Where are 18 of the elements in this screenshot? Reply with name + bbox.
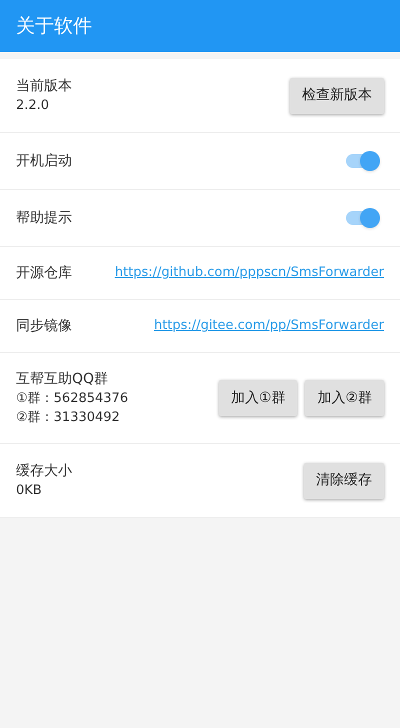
setting-value: ②群：31330492 (16, 409, 121, 427)
toggle-switch[interactable] (344, 150, 380, 172)
setting-value: 2.2.0 (16, 97, 50, 115)
setting-value: 0KB (16, 482, 43, 500)
setting-label: 当前版本 (16, 77, 72, 96)
setting-label: 开机启动 (16, 152, 72, 170)
action-button[interactable]: 检查新版本 (290, 78, 384, 114)
app-bar-title: 关于软件 (16, 14, 92, 39)
setting-label: 帮助提示 (16, 208, 72, 228)
action-button[interactable]: 加入①群 (218, 380, 298, 416)
action-button[interactable]: 清除缓存 (304, 462, 384, 498)
setting-label: 缓存大小 (16, 462, 72, 481)
setting-label: 开源仓库 (16, 264, 72, 282)
action-button[interactable]: 加入②群 (305, 380, 384, 416)
setting-label: 互帮互助QQ群 (16, 370, 110, 389)
toggle-switch[interactable] (344, 207, 380, 229)
setting-value: ①群：562854376 (16, 390, 128, 408)
setting-label: 同步镜像 (16, 316, 72, 336)
